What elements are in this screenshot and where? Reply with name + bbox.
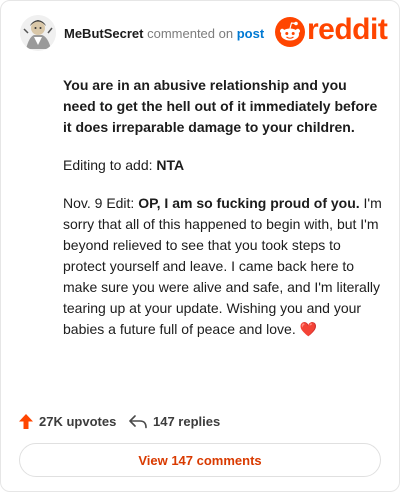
comment-body: You are in an abusive relationship and y… (63, 75, 383, 357)
reply-arrow-icon[interactable] (129, 414, 147, 429)
comment-header: MeButSecret commented on post reddit (20, 13, 388, 53)
reddit-wordmark: reddit (307, 13, 388, 46)
edit-emphasis: OP, I am so fucking proud of you. (138, 195, 360, 211)
comment-paragraph-3: Nov. 9 Edit: OP, I am so fucking proud o… (63, 193, 383, 340)
upvote-stat[interactable]: 27K upvotes (19, 414, 116, 429)
reddit-logo[interactable]: reddit (275, 13, 388, 49)
reply-stat[interactable]: 147 replies (129, 414, 220, 429)
view-comments-button[interactable]: View 147 comments (19, 443, 381, 477)
username[interactable]: MeButSecret (64, 26, 143, 41)
comment-card: MeButSecret commented on post reddit You… (0, 0, 400, 492)
heart-emoji-icon: ❤️ (299, 321, 318, 337)
edit-verdict: NTA (156, 157, 185, 173)
edit-prefix: Editing to add: (63, 157, 157, 173)
edit-date-prefix: Nov. 9 Edit: (63, 195, 139, 211)
avatar-illustration-icon (20, 15, 56, 51)
reply-count: 147 replies (153, 414, 221, 429)
comment-footer: 27K upvotes 147 replies (19, 411, 383, 433)
reddit-snoo-icon (275, 17, 305, 47)
comment-meta: MeButSecret commented on post (64, 26, 264, 41)
comment-paragraph-2: Editing to add: NTA (63, 155, 383, 176)
edit-body: I'm sorry that all of this happened to b… (63, 195, 382, 337)
post-link[interactable]: post (237, 26, 264, 41)
upvote-arrow-icon[interactable] (19, 414, 33, 429)
user-avatar[interactable] (20, 15, 56, 51)
upvote-count: 27K upvotes (39, 414, 117, 429)
comment-paragraph-1: You are in an abusive relationship and y… (63, 77, 378, 135)
action-text: commented on (147, 26, 234, 41)
